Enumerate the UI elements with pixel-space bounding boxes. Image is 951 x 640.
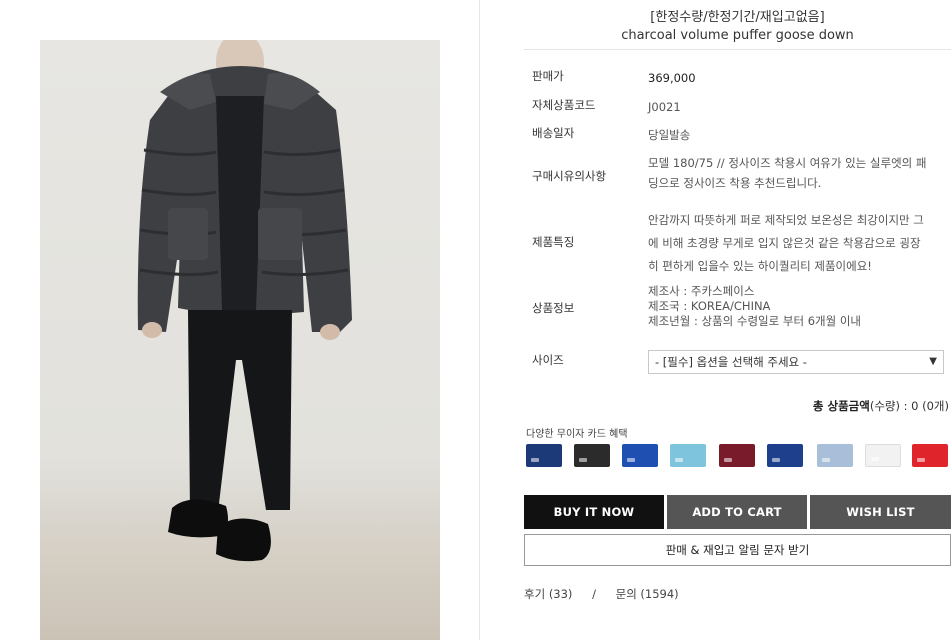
restock-alert-button[interactable]: 판매 & 재입고 알림 문자 받기 <box>524 534 951 566</box>
product-photo <box>40 40 440 640</box>
notice-line: 모델 180/75 // 정사이즈 착용시 여유가 있는 실루엣의 패 <box>648 156 927 170</box>
credit-card-icon <box>912 444 948 467</box>
detail-line: 제조사 : 주카스페이스 <box>648 284 755 298</box>
size-select[interactable]: - [필수] 옵션을 선택해 주세요 - ▼ <box>648 350 944 374</box>
credit-card-icon <box>670 444 706 467</box>
card-benefit-title: 다양한 무이자 카드 혜택 <box>526 429 628 440</box>
product-image-panel <box>0 0 480 640</box>
credit-card-icon <box>526 444 562 467</box>
detail-line: 제조년월 : 상품의 수령일로 부터 6개월 이내 <box>648 314 861 328</box>
size-select-value: - [필수] 옵션을 선택해 주세요 - <box>655 355 807 369</box>
link-separator: / <box>592 587 596 601</box>
notice-label: 구매시유의사항 <box>532 169 607 183</box>
notice-value: 모델 180/75 // 정사이즈 착용시 여유가 있는 실루엣의 패 딩으로 … <box>648 153 948 193</box>
product-info-panel: [한정수량/한정기간/재입고없음] charcoal volume puffer… <box>524 0 951 640</box>
model-illustration <box>137 40 352 562</box>
feature-line: 히 편하게 입을수 있는 하이퀄리티 제품이에요! <box>648 259 872 273</box>
credit-card-icon <box>865 444 901 467</box>
feature-line: 에 비해 초경량 무게로 입지 않은것 같은 착용감으로 굉장 <box>648 236 921 250</box>
price-label: 판매가 <box>532 69 564 83</box>
add-to-cart-button[interactable]: ADD TO CART <box>667 495 807 529</box>
credit-card-icon <box>767 444 803 467</box>
buy-now-button[interactable]: BUY IT NOW <box>524 495 664 529</box>
product-title-block: [한정수량/한정기간/재입고없음] charcoal volume puffer… <box>524 0 951 50</box>
credit-card-icon <box>817 444 853 467</box>
credit-card-icon <box>622 444 658 467</box>
credit-card-icon <box>719 444 755 467</box>
ship-label: 배송일자 <box>532 126 575 140</box>
price-value: 369,000 <box>648 71 696 85</box>
ship-value: 당일발송 <box>648 128 691 142</box>
total-label: 총 상품금액 <box>812 399 870 413</box>
review-link[interactable]: 후기 (33) <box>524 586 572 602</box>
chevron-down-icon: ▼ <box>929 356 937 367</box>
code-label: 자체상품코드 <box>532 98 596 112</box>
feature-label: 제품특징 <box>532 235 575 249</box>
total-price: 총 상품금액(수량) : 0 (0개) <box>813 398 949 414</box>
feature-value: 안감까지 따뜻하게 퍼로 제작되었 보온성은 최강이지만 그 에 비해 초경량 … <box>648 209 948 278</box>
code-value: J0021 <box>648 100 681 114</box>
card-list <box>526 444 951 468</box>
detail-value: 제조사 : 주카스페이스 제조국 : KOREA/CHINA 제조년월 : 상품… <box>648 284 948 329</box>
size-label: 사이즈 <box>532 353 564 367</box>
detail-line: 제조국 : KOREA/CHINA <box>648 299 771 313</box>
product-title-en: charcoal volume puffer goose down <box>621 28 854 43</box>
credit-card-icon <box>574 444 610 467</box>
notice-line: 딩으로 정사이즈 착용 추천드립니다. <box>648 176 822 190</box>
product-title-kr: [한정수량/한정기간/재입고없음] <box>650 10 825 25</box>
review-links: 후기 (33) / 문의 (1594) <box>524 586 679 602</box>
feature-line: 안감까지 따뜻하게 퍼로 제작되었 보온성은 최강이지만 그 <box>648 213 924 227</box>
qna-link[interactable]: 문의 (1594) <box>616 586 679 602</box>
detail-label: 상품정보 <box>532 301 575 315</box>
wish-list-button[interactable]: WISH LIST <box>810 495 951 529</box>
total-qty: (수량) : 0 (0개) <box>869 399 949 413</box>
